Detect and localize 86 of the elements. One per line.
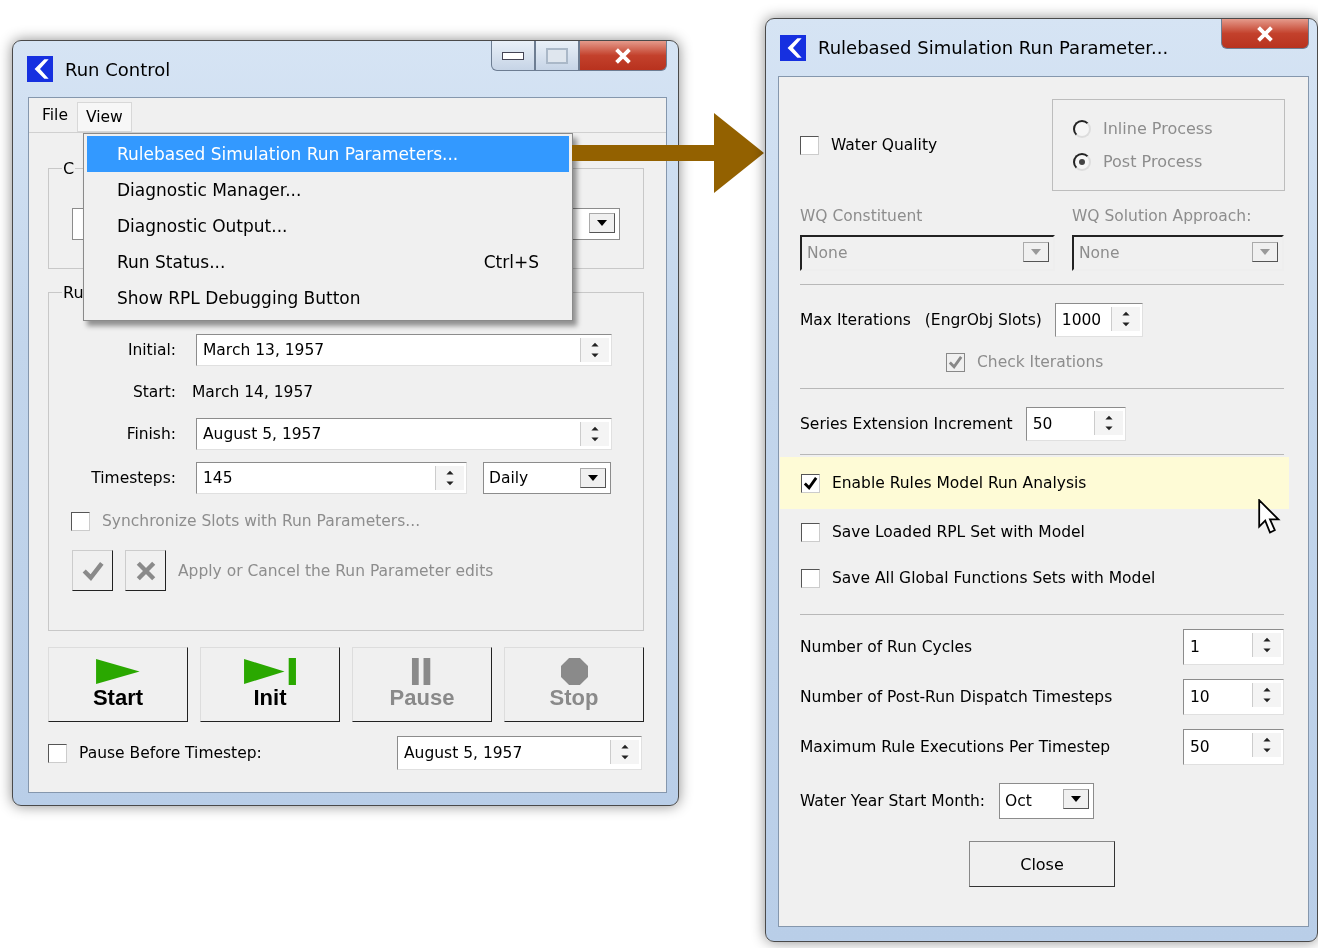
window-title: Rulebased Simulation Run Parameter... [818, 37, 1169, 58]
field-note: (EngrObj Slots) [924, 311, 1042, 329]
timesteps-field[interactable]: 145 [196, 462, 467, 494]
caret-icon [1023, 242, 1049, 262]
timesteps-label: Timesteps: [90, 469, 176, 487]
timestep-unit-dropdown[interactable]: Daily [483, 462, 611, 494]
finish-label: Finish: [125, 425, 176, 443]
check-icon [81, 559, 104, 582]
date-field[interactable]: August 5, 1957 [397, 736, 642, 770]
spinner-arrows-icon [580, 338, 609, 362]
spinner-arrows-icon [435, 466, 464, 490]
radio-button[interactable] [1073, 152, 1091, 171]
close-dialog-button[interactable]: Close [969, 841, 1115, 887]
start-label: Start: [131, 383, 176, 401]
checkbox[interactable] [801, 473, 820, 493]
caret-icon [589, 213, 615, 233]
x-icon [134, 559, 157, 582]
checkbox[interactable] [801, 522, 820, 542]
number-field[interactable]: 1000 [1054, 303, 1143, 337]
date-field[interactable]: March 13, 1957 [196, 334, 612, 366]
number-field[interactable]: 10 [1183, 679, 1284, 715]
initial-label: Initial: [126, 341, 176, 359]
month-dropdown[interactable]: Oct [999, 783, 1095, 819]
spinner-arrows-icon [1110, 307, 1140, 331]
checkbox-label: Enable Rules Model Run Analysis [832, 474, 1087, 492]
group-label: C [62, 159, 76, 178]
mouse-cursor-icon [1258, 499, 1282, 535]
group-label: Ru [62, 283, 85, 302]
app-logo-icon [780, 34, 806, 61]
close-icon [1256, 25, 1274, 42]
apply-hint: Apply or Cancel the Run Parameter edits [178, 561, 494, 580]
field-label: Water Year Start Month: [800, 792, 986, 810]
app-logo-icon [27, 56, 53, 82]
menu-item[interactable]: Diagnostic Output... [87, 208, 569, 244]
radio-label: Inline Process [1103, 119, 1213, 138]
menu-item[interactable]: Run Status... Ctrl+S [87, 244, 569, 280]
play-icon [95, 658, 141, 685]
checkbox-label: Save Loaded RPL Set with Model [832, 523, 1085, 541]
checkbox[interactable] [800, 135, 819, 155]
caret-icon [580, 468, 606, 488]
step-icon [243, 658, 297, 685]
cancel-button[interactable] [125, 550, 166, 591]
run-button[interactable]: Init [200, 647, 340, 722]
window-title: Run Control [65, 58, 171, 80]
field-label: Series Extension Increment [800, 415, 1013, 433]
caret-icon [1063, 789, 1090, 809]
menu-item[interactable]: Show RPL Debugging Button [87, 280, 569, 316]
checkbox[interactable] [48, 743, 67, 763]
close-icon [614, 47, 632, 64]
caret-icon [1252, 242, 1278, 262]
menu-item[interactable]: View [76, 101, 132, 132]
spinner-arrows-icon [1252, 633, 1281, 657]
number-field[interactable]: 50 [1025, 407, 1126, 441]
checkbox-label: Synchronize Slots with Run Parameters... [102, 512, 421, 530]
close-button[interactable] [579, 41, 667, 71]
checkbox-label: Water Quality [831, 136, 938, 154]
pause-icon [411, 658, 433, 685]
spinner-arrows-icon [1093, 411, 1123, 435]
menu-item[interactable]: Diagnostic Manager... [87, 172, 569, 208]
spinner-arrows-icon [1252, 733, 1281, 757]
checkbox-label: Pause Before Timestep: [79, 744, 262, 762]
checkbox[interactable] [801, 568, 820, 588]
stop-icon [560, 658, 588, 685]
field-label: Number of Run Cycles [800, 638, 973, 656]
spinner-arrows-icon [1252, 683, 1281, 707]
spinner-arrows-icon [580, 422, 609, 446]
radio-label: Post Process [1103, 152, 1203, 171]
field-label: Maximum Rule Executions Per Timestep [800, 738, 1111, 756]
minimize-button[interactable] [491, 41, 535, 71]
field-label: WQ Constituent [800, 207, 924, 225]
number-field[interactable]: 50 [1183, 729, 1284, 765]
radio-button[interactable] [1073, 119, 1091, 138]
field-label: Number of Post-Run Dispatch Timesteps [800, 688, 1113, 706]
run-button[interactable]: Start [48, 647, 188, 722]
spinner-arrows-icon [610, 740, 639, 764]
start-date: March 14, 1957 [192, 383, 314, 401]
close-button[interactable] [1221, 19, 1309, 49]
apply-button[interactable] [72, 550, 113, 591]
field-label: WQ Solution Approach: [1072, 207, 1253, 225]
number-field[interactable]: 1 [1183, 629, 1284, 665]
menu-item[interactable]: File [33, 100, 77, 130]
date-field[interactable]: August 5, 1957 [196, 418, 612, 450]
checkbox-label: Check Iterations [977, 353, 1104, 371]
field-label: Max Iterations [800, 311, 911, 329]
checkbox-label: Save All Global Functions Sets with Model [832, 569, 1156, 587]
maximize-button[interactable] [535, 41, 579, 71]
